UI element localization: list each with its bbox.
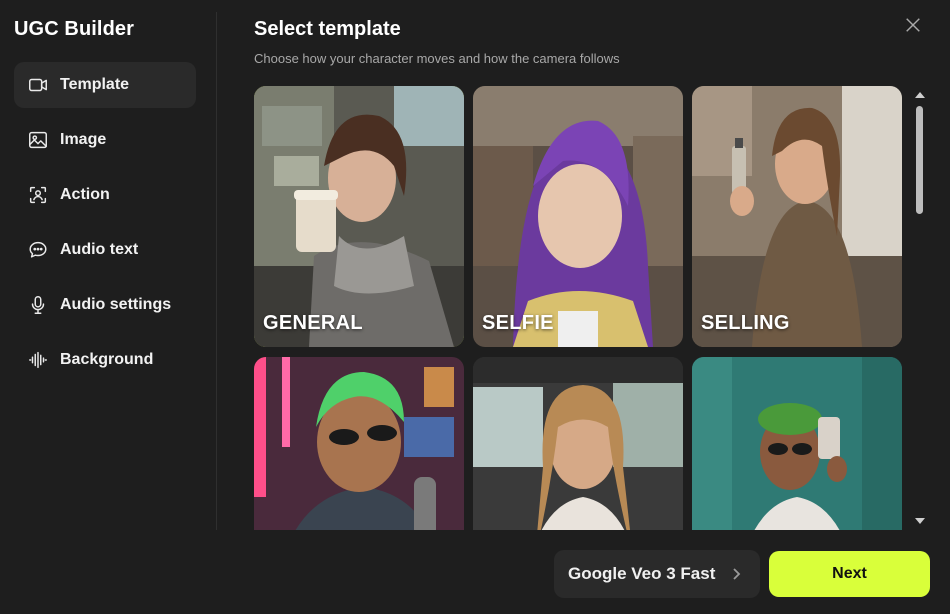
sidebar-item-label: Template xyxy=(60,76,130,93)
template-thumbnail xyxy=(254,86,464,347)
template-grid-viewport: GENERAL SELFIE SELLING xyxy=(254,86,904,530)
image-icon xyxy=(27,129,49,151)
template-thumbnail xyxy=(473,86,683,347)
close-button[interactable] xyxy=(902,14,924,36)
sidebar: UGC Builder Template Image Action Audio … xyxy=(0,0,216,614)
template-card-selfie[interactable]: SELFIE xyxy=(473,86,683,347)
sidebar-item-label: Audio settings xyxy=(60,296,172,313)
scroll-down-arrow-icon[interactable] xyxy=(915,518,925,524)
template-label: GENERAL xyxy=(263,312,363,334)
sidebar-item-background[interactable]: Background xyxy=(14,337,196,383)
model-select-button[interactable]: Google Veo 3 Fast xyxy=(554,550,760,598)
scrollbar-thumb[interactable] xyxy=(916,106,923,214)
model-select-label: Google Veo 3 Fast xyxy=(568,564,716,583)
microphone-icon xyxy=(27,294,49,316)
template-card-5[interactable] xyxy=(473,357,683,530)
template-thumbnail xyxy=(692,86,902,347)
sidebar-item-label: Image xyxy=(60,131,107,148)
template-label: SELLING xyxy=(701,312,790,334)
sidebar-divider xyxy=(216,12,217,530)
scroll-up-arrow-icon[interactable] xyxy=(915,92,925,98)
page-subtitle: Choose how your character moves and how … xyxy=(254,51,620,66)
sidebar-item-audio-settings[interactable]: Audio settings xyxy=(14,282,196,328)
sidebar-item-label: Background xyxy=(60,351,154,368)
template-thumbnail xyxy=(254,357,464,530)
close-icon xyxy=(906,18,920,32)
template-card-4[interactable] xyxy=(254,357,464,530)
waveform-icon xyxy=(27,349,49,371)
template-card-6[interactable] xyxy=(692,357,902,530)
sidebar-item-action[interactable]: Action xyxy=(14,172,196,218)
sidebar-nav: Template Image Action Audio text Audio s… xyxy=(14,62,196,392)
person-scan-icon xyxy=(27,184,49,206)
next-button[interactable]: Next xyxy=(769,551,930,597)
template-card-selling[interactable]: SELLING xyxy=(692,86,902,347)
page-title: Select template xyxy=(254,18,401,40)
sidebar-item-label: Action xyxy=(60,186,110,203)
video-icon xyxy=(27,74,49,96)
app-title: UGC Builder xyxy=(14,18,134,40)
template-card-general[interactable]: GENERAL xyxy=(254,86,464,347)
template-thumbnail xyxy=(692,357,902,530)
template-label: SELFIE xyxy=(482,312,554,334)
sidebar-item-template[interactable]: Template xyxy=(14,62,196,108)
chevron-right-icon xyxy=(728,566,744,582)
chat-bubble-icon xyxy=(27,239,49,261)
template-grid: GENERAL SELFIE SELLING xyxy=(254,86,904,530)
sidebar-item-label: Audio text xyxy=(60,241,139,258)
sidebar-item-image[interactable]: Image xyxy=(14,117,196,163)
template-scrollbar[interactable] xyxy=(912,86,928,530)
sidebar-item-audio-text[interactable]: Audio text xyxy=(14,227,196,273)
template-thumbnail xyxy=(473,357,683,530)
